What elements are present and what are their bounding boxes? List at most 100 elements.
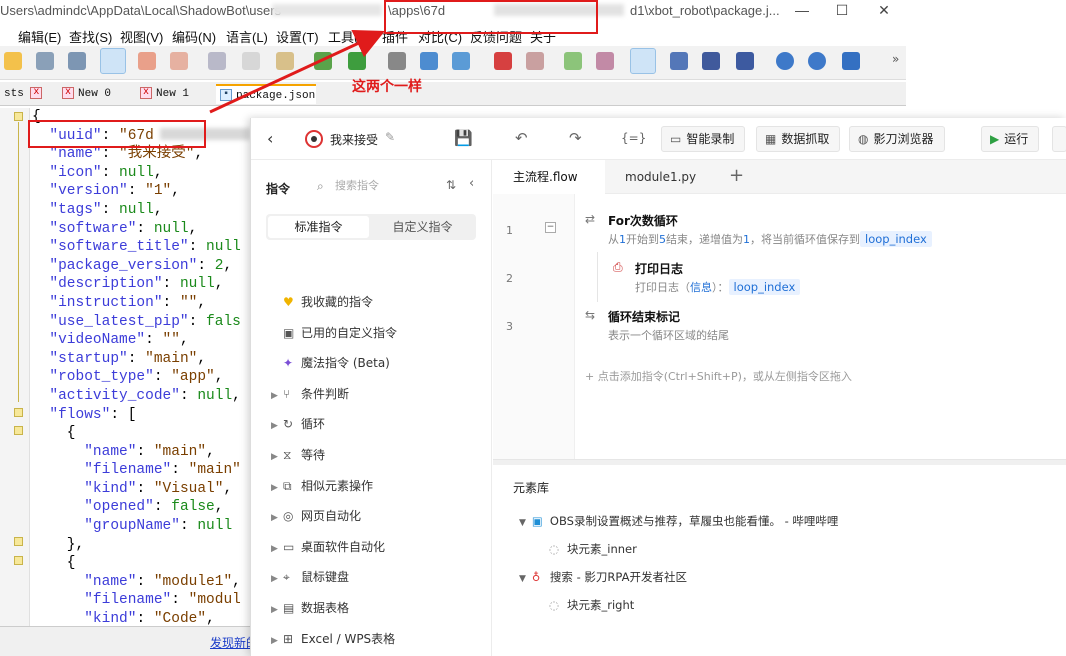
expand-caret-icon[interactable]: ▶: [271, 416, 283, 436]
close-file-icon[interactable]: [138, 52, 156, 70]
expand-caret-icon[interactable]: ▶: [271, 447, 283, 467]
tab-close-icon[interactable]: x: [62, 87, 74, 100]
find-icon[interactable]: [388, 52, 406, 70]
minimize-button[interactable]: —: [780, 0, 824, 22]
expand-icon[interactable]: ▼: [519, 518, 526, 528]
expand-caret-icon[interactable]: ▶: [271, 569, 283, 589]
save-all-icon[interactable]: [68, 52, 86, 70]
collapse-sidebar-icon[interactable]: ‹: [469, 176, 474, 191]
variables-icon[interactable]: {=}: [621, 131, 646, 145]
indent-guide-icon[interactable]: [702, 52, 720, 70]
command-category[interactable]: ▶ ⌖ 鼠标键盘: [271, 567, 349, 587]
undo-icon[interactable]: [314, 52, 332, 70]
wrap-icon[interactable]: [630, 48, 656, 74]
replace-icon[interactable]: [420, 52, 438, 70]
tab-close-icon[interactable]: x: [140, 87, 152, 100]
menu-tools[interactable]: 工具(O): [328, 27, 373, 46]
expand-caret-icon[interactable]: ▶: [271, 631, 283, 651]
redo-icon[interactable]: ↷: [569, 129, 582, 147]
back-icon[interactable]: ‹: [267, 129, 273, 148]
save-icon[interactable]: 💾: [454, 129, 473, 147]
command-category[interactable]: ♥ 我收藏的指令: [271, 292, 373, 312]
run-button[interactable]: ▶ 运行: [981, 126, 1040, 152]
expand-caret-icon[interactable]: ▶: [271, 386, 283, 406]
tab-module1[interactable]: module1.py: [605, 160, 715, 194]
menu-settings[interactable]: 设置(T): [276, 27, 319, 46]
menu-encoding[interactable]: 编码(N): [172, 27, 216, 46]
bookmark-icon[interactable]: [452, 52, 470, 70]
menu-find[interactable]: 查找(S): [69, 27, 112, 46]
tab-sts[interactable]: sts x: [0, 84, 46, 104]
menu-edit[interactable]: 编辑(E): [18, 27, 61, 46]
element-group[interactable]: ▼ ▣ OBS录制设置概述与推荐，草履虫也能看懂。 - 哔哩哔哩: [519, 513, 838, 529]
expand-caret-icon[interactable]: ▶: [271, 600, 283, 620]
zoom-out-icon[interactable]: [596, 52, 614, 70]
step-title[interactable]: For次数循环: [608, 212, 678, 229]
command-category[interactable]: ▶ ▤ 数据表格: [271, 598, 349, 618]
menu-view[interactable]: 视图(V): [120, 27, 163, 46]
copy-icon[interactable]: [242, 52, 260, 70]
save-icon[interactable]: [36, 52, 54, 70]
toggle-icon[interactable]: [100, 48, 126, 74]
standard-commands-tab[interactable]: 标准指令: [268, 216, 369, 238]
fold-marker-icon[interactable]: [14, 112, 23, 121]
maximize-button[interactable]: ☐: [820, 0, 864, 22]
command-category[interactable]: ▶ ◎ 网页自动化: [271, 506, 361, 526]
tab-package-json[interactable]: ▪ package.json: [216, 84, 316, 104]
step-title[interactable]: 打印日志: [635, 260, 683, 277]
marker-icon[interactable]: [494, 52, 512, 70]
command-category[interactable]: ▣ 已用的自定义指令: [271, 323, 397, 343]
next-icon[interactable]: [808, 52, 826, 70]
zoom-in-icon[interactable]: [564, 52, 582, 70]
cut-icon[interactable]: [208, 52, 226, 70]
expand-caret-icon[interactable]: ▶: [271, 508, 283, 528]
sort-icon[interactable]: ⇅: [446, 178, 456, 192]
browser-button[interactable]: ◍ 影刀浏览器: [849, 126, 945, 152]
prev-icon[interactable]: [776, 52, 794, 70]
add-tab-icon[interactable]: +: [729, 165, 744, 186]
command-category[interactable]: ▶ ⧖ 等待: [271, 445, 325, 465]
command-category[interactable]: ▶ ⊞ Excel / WPS表格: [271, 629, 395, 649]
open-file-icon[interactable]: [4, 52, 22, 70]
close-button[interactable]: ✕: [862, 0, 906, 22]
redo-icon[interactable]: [348, 52, 366, 70]
fold-marker-icon[interactable]: [14, 556, 23, 565]
command-category[interactable]: ▶ ▭ 桌面软件自动化: [271, 537, 385, 557]
pilcrow-icon[interactable]: [670, 52, 688, 70]
collapse-block-icon[interactable]: −: [545, 222, 556, 233]
tab-new-1[interactable]: x New 1: [136, 84, 189, 104]
add-command-hint[interactable]: + 点击添加指令(Ctrl+Shift+P)，或从左侧指令区拖入: [585, 368, 852, 384]
brush-icon[interactable]: [526, 52, 544, 70]
command-search-input[interactable]: ⌕ 搜索指令: [309, 174, 437, 198]
custom-commands-tab[interactable]: 自定义指令: [371, 216, 474, 238]
tab-new-0[interactable]: x New 0: [58, 84, 111, 104]
step-title[interactable]: 循环结束标记: [608, 308, 680, 325]
expand-caret-icon[interactable]: ▶: [271, 539, 283, 559]
go-icon[interactable]: [842, 52, 860, 70]
fold-marker-icon[interactable]: [14, 537, 23, 546]
close-all-icon[interactable]: [170, 52, 188, 70]
expand-caret-icon[interactable]: ▶: [271, 478, 283, 498]
menu-language[interactable]: 语言(L): [226, 27, 268, 46]
tab-close-icon[interactable]: x: [30, 87, 43, 100]
undo-icon[interactable]: ↶: [515, 129, 528, 147]
command-category[interactable]: ▶ ⧉ 相似元素操作: [271, 476, 373, 496]
tab-main-flow[interactable]: 主流程.flow: [493, 160, 605, 194]
element-item[interactable]: ◌ 块元素_inner: [549, 541, 637, 557]
edit-name-icon[interactable]: ✎: [385, 130, 395, 144]
command-category[interactable]: ▶ ↻ 循环: [271, 414, 325, 434]
element-item[interactable]: ◌ 块元素_right: [549, 597, 634, 613]
flow-canvas[interactable]: 1 2 3 − ⇄ For次数循环 从1开始到5结束，递增值为1，将当前循环值保…: [493, 194, 1066, 459]
more-icon[interactable]: »: [892, 52, 910, 70]
record-icon[interactable]: [736, 52, 754, 70]
command-category[interactable]: ✦ 魔法指令 (Beta): [271, 353, 390, 373]
fold-marker-icon[interactable]: [14, 408, 23, 417]
fold-marker-icon[interactable]: [14, 426, 23, 435]
command-category[interactable]: ▶ ⑂ 条件判断: [271, 384, 349, 404]
expand-icon[interactable]: ▼: [519, 574, 526, 584]
element-group[interactable]: ▼ ♁ 搜索 - 影刀RPA开发者社区: [519, 569, 687, 585]
more-button[interactable]: [1052, 126, 1066, 152]
smart-record-button[interactable]: ▭ 智能录制: [661, 126, 746, 152]
data-capture-button[interactable]: ▦ 数据抓取: [756, 126, 841, 152]
paste-icon[interactable]: [276, 52, 294, 70]
